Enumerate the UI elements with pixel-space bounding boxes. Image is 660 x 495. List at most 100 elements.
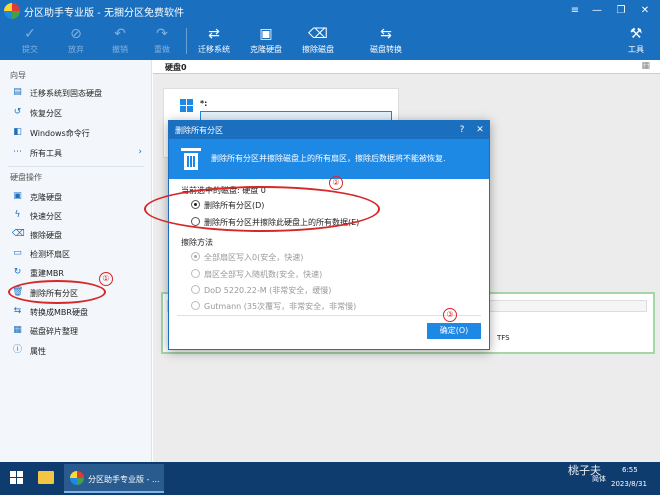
dialog-banner-text: 删除所有分区并擦除磁盘上的所有扇区，擦除后数据将不能被恢复. xyxy=(211,154,446,163)
sidebar-item-label: 属性 xyxy=(30,347,46,356)
clone-disk-button[interactable]: ▣ 克隆硬盘 xyxy=(242,24,290,58)
redo-icon: ↷ xyxy=(156,26,168,42)
dialog-title-bar: 删除所有分区 ? ✕ xyxy=(169,121,489,139)
sidebar-item-all-tools[interactable]: ⋯ 所有工具 › xyxy=(0,144,152,162)
app-logo-icon xyxy=(70,471,84,485)
convert-icon: ⇆ xyxy=(13,306,22,316)
recover-icon: ↺ xyxy=(13,107,22,117)
cancel-icon: ⊘ xyxy=(70,26,82,42)
redo-button[interactable]: ↷ 重做 xyxy=(138,24,186,58)
dialog-close-button[interactable]: ✕ xyxy=(473,123,487,137)
grid-view-icon[interactable]: ▦ xyxy=(641,61,650,71)
annotation-ellipse-1 xyxy=(8,280,106,304)
maximize-button[interactable]: ❐ xyxy=(612,2,630,20)
lightning-icon: ϟ xyxy=(14,210,21,220)
clone-label: 克隆硬盘 xyxy=(250,45,282,54)
rebuild-icon: ↻ xyxy=(13,267,22,277)
sidebar-item-label: 快速分区 xyxy=(30,212,62,221)
radio-label: Gutmann (35次覆写，非常安全，非常慢) xyxy=(204,302,357,311)
sidebar-item-wipe-disk[interactable]: ⌫ 擦除硬盘 xyxy=(0,226,152,244)
taskbar: 分区助手专业版 - ... 桃子夫 简体 6:55 2023/8/31 xyxy=(0,462,660,495)
more-icon: ⋯ xyxy=(13,147,22,157)
radio-label: 扇区全部写入随机数(安全，快速) xyxy=(204,270,323,279)
commit-button[interactable]: ✓ 提交 xyxy=(6,24,54,58)
radio-dot xyxy=(191,269,200,278)
info-icon: ⓘ xyxy=(12,345,22,355)
sidebar-item-rebuild-mbr[interactable]: ↻ 重建MBR xyxy=(0,264,152,282)
migrate-icon: ⇄ xyxy=(208,26,220,42)
undo-label: 撤销 xyxy=(112,45,128,54)
menu-icon[interactable]: ≡ xyxy=(566,2,584,20)
clone-disk-icon: ▣ xyxy=(13,191,22,201)
clock-date: 2023/8/31 xyxy=(611,480,647,488)
sidebar: 向导 ▤ 迁移系统到固态硬盘 ↺ 恢复分区 ◧ Windows命令行 ⋯ 所有工… xyxy=(0,60,152,462)
undo-icon: ↶ xyxy=(114,26,126,42)
check-icon: ✓ xyxy=(24,26,36,42)
toolbar-divider xyxy=(186,28,187,54)
eraser-icon: ⌫ xyxy=(12,229,25,239)
disk-label: 硬盘0 xyxy=(165,63,187,72)
annotation-number-2: ② xyxy=(329,176,343,190)
sidebar-item-clone-disk[interactable]: ▣ 克隆硬盘 xyxy=(0,188,152,206)
ok-button[interactable]: 确定(O) xyxy=(427,323,481,339)
app-logo-icon xyxy=(4,3,20,19)
migrate-label: 迁移系统 xyxy=(198,45,230,54)
taskbar-app-button[interactable]: 分区助手专业版 - ... xyxy=(64,464,164,493)
tools-icon: ⚒ xyxy=(629,26,643,42)
sidebar-divider xyxy=(8,166,144,167)
clock-time: 6:55 xyxy=(622,466,638,474)
ntfs-label: TFS xyxy=(497,334,510,342)
ime-indicator[interactable]: 简体 xyxy=(592,474,606,484)
sidebar-item-defrag[interactable]: ▦ 磁盘碎片整理 xyxy=(0,322,152,340)
ssd-icon: ▤ xyxy=(13,87,22,97)
sidebar-item-recover-partition[interactable]: ↺ 恢复分区 xyxy=(0,104,152,122)
wipe-disk-button[interactable]: ⌫ 擦除磁盘 xyxy=(294,24,342,58)
sidebar-item-convert-mbr[interactable]: ⇆ 转换成MBR硬盘 xyxy=(0,303,152,321)
sidebar-item-label: 迁移系统到固态硬盘 xyxy=(30,89,102,98)
dialog-footer-divider xyxy=(177,315,481,316)
sidebar-item-properties[interactable]: ⓘ 属性 xyxy=(0,342,152,360)
app-window: 分区助手专业版 - 无捆分区免费软件 ≡ — ❐ ✕ ✓ 提交 ⊘ 放弃 ↶ 撤… xyxy=(0,0,660,462)
sidebar-item-label: 磁盘碎片整理 xyxy=(30,327,78,336)
sidebar-item-quick-partition[interactable]: ϟ 快速分区 xyxy=(0,207,152,225)
tools-label: 工具 xyxy=(628,45,644,54)
disk-header: 硬盘0 ▦ xyxy=(153,60,660,74)
scan-icon: ▭ xyxy=(13,248,22,258)
delete-all-partitions-dialog: 删除所有分区 ? ✕ 删除所有分区并擦除磁盘上的所有扇区，擦除后数据将不能被恢复… xyxy=(168,120,490,350)
help-icon[interactable]: ? xyxy=(455,123,469,137)
windows-logo-icon xyxy=(180,99,194,113)
wipe-icon: ⌫ xyxy=(308,26,328,42)
defrag-icon: ▦ xyxy=(13,325,22,335)
convert-label: 磁盘转换 xyxy=(370,45,402,54)
radio-dot xyxy=(191,301,200,310)
sidebar-item-label: 转换成MBR硬盘 xyxy=(30,308,88,317)
radio-label: 全部扇区写入0(安全，快速) xyxy=(204,253,304,262)
annotation-ellipse-2 xyxy=(144,186,380,232)
sidebar-item-label: 恢复分区 xyxy=(30,109,62,118)
undo-button[interactable]: ↶ 撤销 xyxy=(96,24,144,58)
sidebar-item-bad-sector[interactable]: ▭ 检测坏扇区 xyxy=(0,245,152,263)
title-bar: 分区助手专业版 - 无捆分区免费软件 ≡ — ❐ ✕ xyxy=(0,0,660,22)
sidebar-item-label: 检测坏扇区 xyxy=(30,250,70,259)
disk-ops-section-title: 硬盘操作 xyxy=(10,173,42,182)
convert-disk-button[interactable]: ⇆ 磁盘转换 xyxy=(362,24,410,58)
sidebar-item-windows-cmd[interactable]: ◧ Windows命令行 xyxy=(0,124,152,142)
close-button[interactable]: ✕ xyxy=(636,2,654,20)
dialog-banner: 删除所有分区并擦除磁盘上的所有扇区，擦除后数据将不能被恢复. xyxy=(169,139,489,179)
radio-dot xyxy=(191,252,200,261)
taskbar-app-label: 分区助手专业版 - ... xyxy=(88,475,160,484)
wipe-label: 擦除磁盘 xyxy=(302,45,334,54)
tools-button[interactable]: ⚒ 工具 xyxy=(612,24,660,58)
sidebar-item-migrate-ssd[interactable]: ▤ 迁移系统到固态硬盘 xyxy=(0,84,152,102)
sidebar-item-label: Windows命令行 xyxy=(30,129,90,138)
sidebar-item-label: 所有工具 xyxy=(30,149,62,158)
file-explorer-icon[interactable] xyxy=(38,471,54,484)
minimize-button[interactable]: — xyxy=(588,2,606,20)
windows-start-icon[interactable] xyxy=(10,471,24,485)
sidebar-item-label: 重建MBR xyxy=(30,269,64,278)
windows-cmd-icon: ◧ xyxy=(13,127,22,137)
migrate-os-button[interactable]: ⇄ 迁移系统 xyxy=(190,24,238,58)
annotation-number-1: ① xyxy=(99,272,113,286)
radio-dot xyxy=(191,285,200,294)
discard-button[interactable]: ⊘ 放弃 xyxy=(52,24,100,58)
